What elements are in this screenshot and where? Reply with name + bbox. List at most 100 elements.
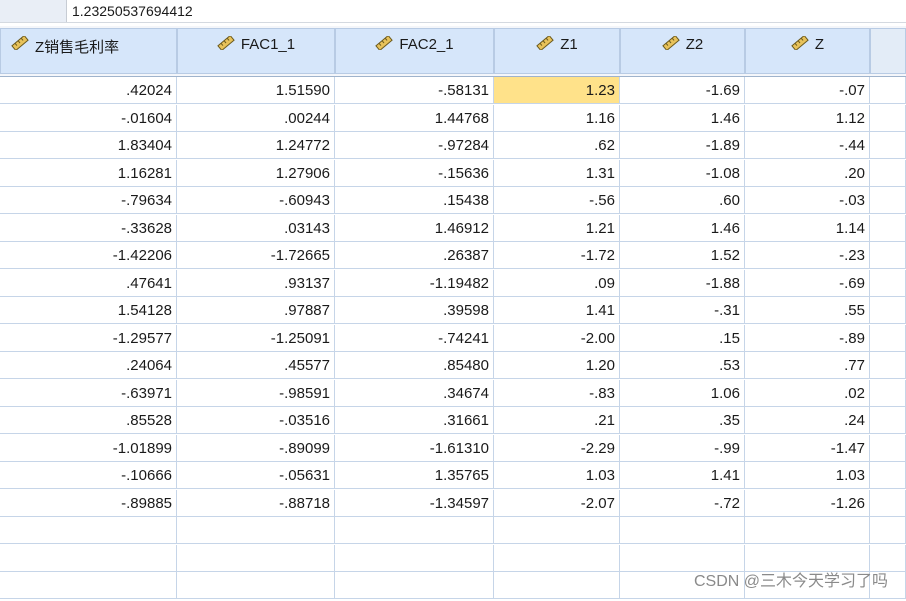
table-cell-empty[interactable] (870, 435, 906, 462)
table-cell[interactable]: .97887 (177, 297, 335, 324)
table-cell[interactable]: -.63971 (0, 380, 177, 407)
table-cell[interactable]: -.74241 (335, 325, 494, 352)
table-cell[interactable]: 1.46 (620, 105, 745, 132)
table-cell-empty[interactable] (870, 297, 906, 324)
table-cell[interactable]: -.89885 (0, 490, 177, 517)
table-cell[interactable]: .00244 (177, 105, 335, 132)
table-cell[interactable] (494, 517, 620, 544)
column-header-z1[interactable]: Z1 (494, 28, 620, 74)
table-cell[interactable]: .31661 (335, 407, 494, 434)
table-cell[interactable]: -.72 (620, 490, 745, 517)
table-cell[interactable]: -1.42206 (0, 242, 177, 269)
table-cell[interactable]: 1.41 (620, 462, 745, 489)
table-cell[interactable]: -1.01899 (0, 435, 177, 462)
table-cell[interactable]: .15438 (335, 187, 494, 214)
table-cell[interactable]: .53 (620, 352, 745, 379)
table-cell[interactable]: -1.89 (620, 132, 745, 159)
table-cell[interactable] (335, 572, 494, 599)
table-cell[interactable] (0, 545, 177, 572)
table-cell[interactable]: 1.12 (745, 105, 870, 132)
table-cell[interactable]: -.01604 (0, 105, 177, 132)
table-cell-empty[interactable] (870, 407, 906, 434)
table-cell[interactable]: .24 (745, 407, 870, 434)
column-header-fac2-1[interactable]: FAC2_1 (335, 28, 494, 74)
table-cell[interactable]: -1.26 (745, 490, 870, 517)
table-cell[interactable]: 1.20 (494, 352, 620, 379)
table-cell[interactable] (494, 545, 620, 572)
table-cell[interactable]: -1.69 (620, 77, 745, 104)
table-cell[interactable]: -.99 (620, 435, 745, 462)
table-cell-empty[interactable] (870, 132, 906, 159)
table-cell[interactable]: .85528 (0, 407, 177, 434)
table-cell[interactable] (745, 517, 870, 544)
table-cell[interactable]: .77 (745, 352, 870, 379)
table-cell[interactable]: .02 (745, 380, 870, 407)
table-cell[interactable]: 1.21 (494, 215, 620, 242)
table-cell[interactable]: 1.44768 (335, 105, 494, 132)
table-cell[interactable]: -1.61310 (335, 435, 494, 462)
table-cell[interactable]: -1.08 (620, 160, 745, 187)
table-cell[interactable]: -.07 (745, 77, 870, 104)
table-cell[interactable]: -.31 (620, 297, 745, 324)
table-cell[interactable]: -1.72665 (177, 242, 335, 269)
table-cell[interactable]: 1.83404 (0, 132, 177, 159)
table-cell[interactable]: -.83 (494, 380, 620, 407)
table-cell[interactable]: 1.03 (494, 462, 620, 489)
table-cell[interactable]: -.89 (745, 325, 870, 352)
table-cell[interactable]: .03143 (177, 215, 335, 242)
table-cell[interactable]: .35 (620, 407, 745, 434)
table-cell[interactable]: 1.27906 (177, 160, 335, 187)
table-cell-empty[interactable] (870, 517, 906, 544)
table-cell[interactable]: -.89099 (177, 435, 335, 462)
table-cell[interactable]: 1.16 (494, 105, 620, 132)
table-cell-empty[interactable] (870, 325, 906, 352)
table-cell[interactable]: .85480 (335, 352, 494, 379)
table-cell[interactable]: -2.07 (494, 490, 620, 517)
column-header-z2[interactable]: Z2 (620, 28, 745, 74)
table-cell[interactable]: 1.52 (620, 242, 745, 269)
table-cell[interactable] (177, 545, 335, 572)
table-cell[interactable]: .24064 (0, 352, 177, 379)
selected-cell[interactable]: 1.23 (494, 77, 620, 104)
table-cell[interactable]: -.98591 (177, 380, 335, 407)
table-cell[interactable]: 1.03 (745, 462, 870, 489)
table-cell[interactable]: -.33628 (0, 215, 177, 242)
table-cell[interactable]: .93137 (177, 270, 335, 297)
column-header-empty[interactable] (870, 28, 906, 74)
table-cell-empty[interactable] (870, 380, 906, 407)
table-cell[interactable]: -1.47 (745, 435, 870, 462)
table-cell[interactable]: -1.19482 (335, 270, 494, 297)
table-cell[interactable] (335, 517, 494, 544)
table-cell[interactable]: 1.14 (745, 215, 870, 242)
table-cell[interactable]: 1.51590 (177, 77, 335, 104)
table-cell[interactable]: 1.46 (620, 215, 745, 242)
table-cell[interactable]: 1.35765 (335, 462, 494, 489)
table-cell[interactable]: -.10666 (0, 462, 177, 489)
table-cell-empty[interactable] (870, 105, 906, 132)
table-cell-empty[interactable] (870, 215, 906, 242)
table-cell[interactable]: -.69 (745, 270, 870, 297)
table-cell[interactable]: -1.34597 (335, 490, 494, 517)
table-cell-empty[interactable] (870, 490, 906, 517)
column-header-z-gross-margin[interactable]: Z销售毛利率 (0, 28, 177, 74)
table-cell[interactable]: 1.31 (494, 160, 620, 187)
table-cell[interactable]: 1.46912 (335, 215, 494, 242)
table-cell[interactable]: .34674 (335, 380, 494, 407)
table-cell[interactable]: -.58131 (335, 77, 494, 104)
table-cell[interactable]: .62 (494, 132, 620, 159)
table-cell[interactable]: .21 (494, 407, 620, 434)
cell-editor-value[interactable]: 1.23250537694412 (72, 0, 193, 22)
table-cell[interactable] (494, 572, 620, 599)
table-cell-empty[interactable] (870, 462, 906, 489)
table-cell[interactable]: -.03516 (177, 407, 335, 434)
table-cell[interactable] (0, 517, 177, 544)
table-cell[interactable]: 1.06 (620, 380, 745, 407)
table-cell[interactable]: -.03 (745, 187, 870, 214)
table-cell[interactable] (0, 572, 177, 599)
table-cell[interactable]: .15 (620, 325, 745, 352)
table-cell[interactable]: -.79634 (0, 187, 177, 214)
table-cell[interactable]: 1.54128 (0, 297, 177, 324)
table-cell-empty[interactable] (870, 270, 906, 297)
cell-reference-box[interactable] (0, 0, 67, 22)
table-cell-empty[interactable] (870, 77, 906, 104)
